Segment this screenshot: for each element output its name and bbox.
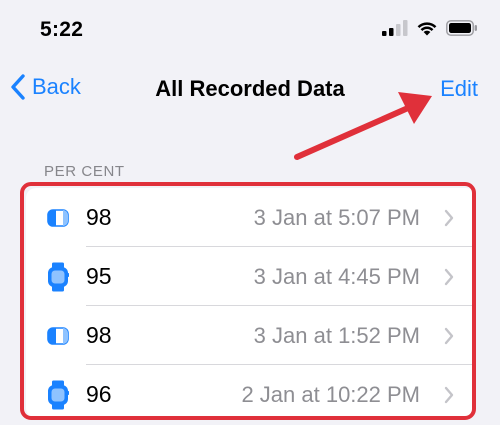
cellular-signal-icon	[382, 20, 408, 36]
recorded-time: 3 Jan at 5:07 PM	[253, 205, 420, 230]
battery-value: 98	[86, 322, 112, 348]
apple-watch-icon	[48, 380, 69, 410]
list-item[interactable]: 98 3 Jan at 5:07 PM	[26, 188, 476, 247]
airpods-case-icon	[47, 209, 69, 227]
apple-watch-icon	[48, 262, 69, 292]
list-item[interactable]: 96 2 Jan at 10:22 PM	[26, 365, 476, 418]
status-time: 5:22	[40, 18, 84, 41]
page-title: All Recorded Data	[155, 76, 345, 101]
list-item[interactable]: 95 3 Jan at 4:45 PM	[26, 247, 476, 306]
chevron-right-icon	[444, 268, 454, 286]
battery-icon	[446, 20, 477, 36]
airpods-case-icon	[47, 327, 69, 345]
status-bar: 5:22	[0, 0, 500, 60]
battery-value: 96	[86, 381, 112, 407]
recorded-data-list: 98 3 Jan at 5:07 PM 95 3 Jan at 4:45 PM	[26, 188, 476, 418]
battery-value: 95	[86, 263, 112, 289]
recorded-time: 3 Jan at 1:52 PM	[253, 323, 420, 348]
chevron-right-icon	[444, 327, 454, 345]
list-item[interactable]: 98 3 Jan at 1:52 PM	[26, 306, 476, 365]
recorded-time: 2 Jan at 10:22 PM	[241, 382, 420, 407]
section-header: PER CENT	[44, 163, 125, 180]
wifi-icon	[417, 22, 437, 36]
status-icons	[382, 20, 478, 36]
navigation-bar: Back All Recorded Data Edit	[0, 66, 500, 112]
edit-button[interactable]: Edit	[440, 76, 478, 102]
battery-value: 98	[86, 204, 112, 230]
screen: 5:22 Back All Recorded Data Edit PER CEN…	[0, 0, 500, 425]
chevron-right-icon	[444, 209, 454, 227]
chevron-right-icon	[444, 386, 454, 404]
recorded-time: 3 Jan at 4:45 PM	[253, 264, 420, 289]
